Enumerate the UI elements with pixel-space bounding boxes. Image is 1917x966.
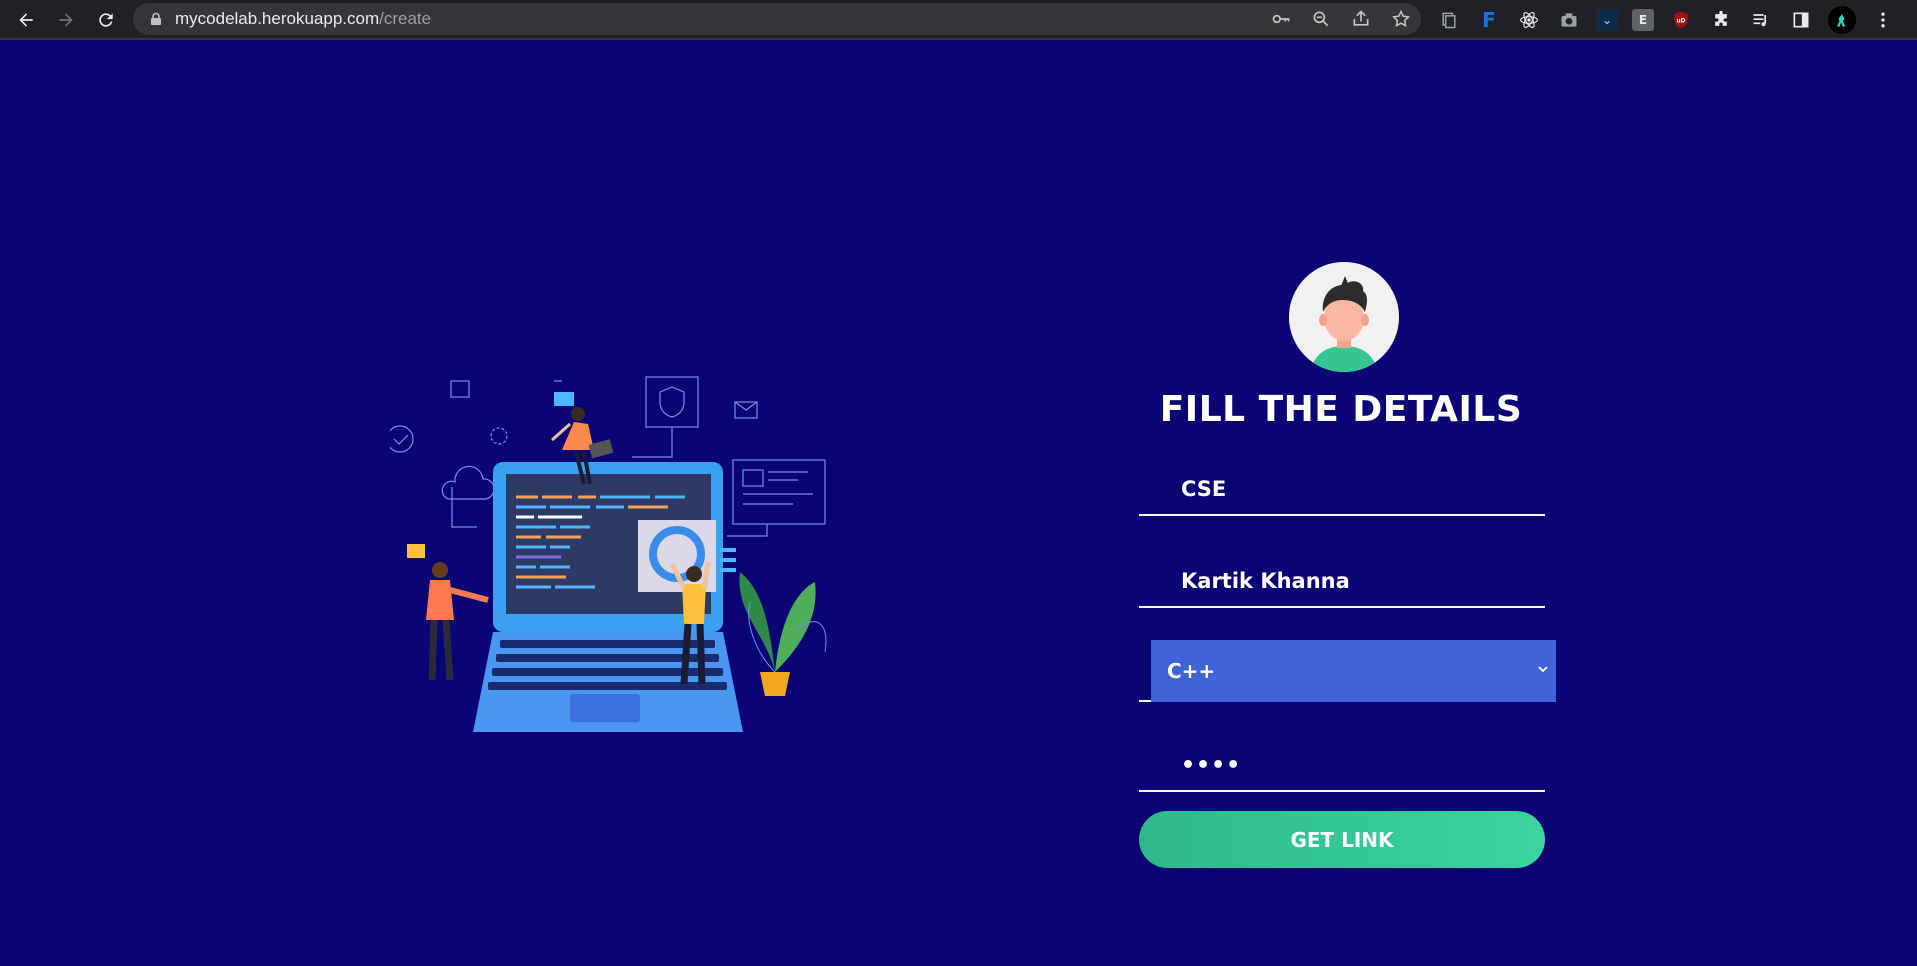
react-devtools-icon[interactable]	[1516, 7, 1542, 33]
zoom-icon[interactable]	[1309, 7, 1333, 31]
share-icon[interactable]	[1349, 7, 1373, 31]
reload-button[interactable]	[86, 0, 126, 40]
url-text: mycodelab.herokuapp.com/create	[175, 9, 432, 28]
form-title: FILL THE DETAILS	[1159, 389, 1523, 430]
f-extension-icon[interactable]: F	[1476, 7, 1502, 33]
arrow-left-icon	[19, 13, 33, 27]
key-icon[interactable]	[1269, 7, 1293, 31]
language-selected-value: C++	[1167, 659, 1216, 683]
avatar	[1289, 262, 1399, 372]
password-field[interactable]	[1139, 734, 1545, 792]
e-extension-icon[interactable]: E	[1632, 9, 1654, 31]
back-button[interactable]	[6, 0, 46, 40]
language-select-box[interactable]: C++	[1151, 640, 1556, 702]
address-bar[interactable]: mycodelab.herokuapp.com/create	[133, 3, 1421, 35]
password-input[interactable]	[1139, 734, 1545, 790]
bookmark-star-icon[interactable]	[1389, 7, 1413, 31]
browser-toolbar: mycodelab.herokuapp.com/create F ⌄ E uD	[0, 0, 1917, 40]
docs-icon[interactable]	[1436, 7, 1462, 33]
name-field[interactable]	[1139, 550, 1545, 608]
user-avatar-icon	[1289, 262, 1399, 372]
arrow-right-icon	[59, 13, 73, 27]
branch-input[interactable]	[1139, 458, 1545, 514]
forward-button[interactable]	[46, 0, 86, 40]
profile-avatar[interactable]	[1828, 6, 1856, 34]
chevron-down-icon	[1538, 666, 1548, 673]
svg-text:uD: uD	[1677, 19, 1686, 25]
v-extension-icon[interactable]: ⌄	[1596, 9, 1618, 31]
media-icon[interactable]	[1748, 7, 1774, 33]
branch-field[interactable]	[1139, 458, 1545, 516]
sidebar-icon[interactable]	[1788, 7, 1814, 33]
developer-illustration	[390, 376, 827, 732]
ublock-icon[interactable]: uD	[1668, 7, 1694, 33]
language-select[interactable]: C++	[1139, 636, 1556, 702]
reload-icon	[99, 13, 113, 27]
camera-icon[interactable]	[1556, 7, 1582, 33]
puzzle-icon[interactable]	[1708, 7, 1734, 33]
page-content: FILL THE DETAILS C++ GET LINK	[0, 42, 1917, 966]
menu-icon[interactable]	[1870, 7, 1896, 33]
lock-icon	[151, 12, 161, 25]
name-input[interactable]	[1139, 550, 1545, 606]
get-link-button[interactable]: GET LINK	[1139, 811, 1545, 868]
